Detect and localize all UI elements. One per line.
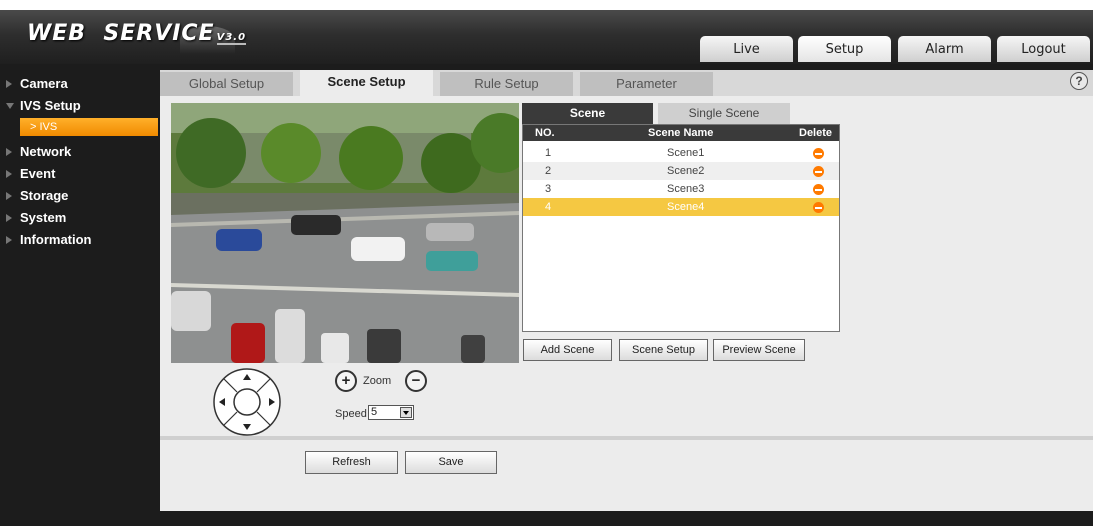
collapsed-arrow-icon bbox=[6, 192, 12, 200]
tab-global-setup[interactable]: Global Setup bbox=[160, 72, 293, 96]
tab-scene-setup[interactable]: Scene Setup bbox=[300, 70, 433, 96]
delete-icon[interactable] bbox=[813, 166, 824, 177]
table-header: NO. Scene Name Delete bbox=[523, 125, 839, 141]
collapsed-arrow-icon bbox=[6, 80, 12, 88]
table-row[interactable]: 1 Scene1 bbox=[523, 144, 839, 162]
delete-icon[interactable] bbox=[813, 148, 824, 159]
collapsed-arrow-icon bbox=[6, 214, 12, 222]
nav-tab-live[interactable]: Live bbox=[700, 36, 793, 62]
chevron-down-icon bbox=[400, 407, 412, 418]
ptz-control[interactable] bbox=[212, 367, 282, 437]
sidebar-item-label: Storage bbox=[20, 188, 69, 203]
expanded-arrow-icon bbox=[6, 103, 14, 109]
ptz-pad-icon bbox=[213, 368, 281, 436]
delete-icon[interactable] bbox=[813, 184, 824, 195]
col-delete: Delete bbox=[799, 127, 833, 139]
row-scene-name: Scene3 bbox=[667, 183, 705, 195]
sidebar-item-event[interactable]: Event bbox=[6, 166, 56, 181]
sidebar-item-label: IVS Setup bbox=[20, 98, 81, 113]
app-logo: WEB SERVICE V3.0 bbox=[27, 21, 247, 46]
save-button[interactable]: Save bbox=[405, 451, 497, 474]
logo-text: WEB SERVICE bbox=[27, 21, 215, 46]
row-no: 3 bbox=[545, 183, 552, 195]
sidebar-item-label: Information bbox=[20, 232, 92, 247]
video-preview[interactable] bbox=[171, 103, 519, 363]
tab-rule-setup[interactable]: Rule Setup bbox=[440, 72, 573, 96]
preview-scene-button[interactable]: Preview Scene bbox=[713, 339, 805, 361]
collapsed-arrow-icon bbox=[6, 236, 12, 244]
sidebar-item-information[interactable]: Information bbox=[6, 232, 92, 247]
top-strip bbox=[0, 0, 1093, 10]
nav-tab-logout[interactable]: Logout bbox=[997, 36, 1090, 62]
sidebar-item-label: System bbox=[20, 210, 67, 225]
row-no: 1 bbox=[545, 147, 552, 159]
row-no: 4 bbox=[545, 201, 552, 213]
zoom-out-button[interactable]: − bbox=[405, 370, 427, 392]
tab-scene[interactable]: Scene bbox=[522, 103, 653, 124]
chevron-right-icon: > bbox=[30, 121, 37, 133]
col-scene-name: Scene Name bbox=[648, 127, 714, 139]
row-scene-name: Scene1 bbox=[667, 147, 705, 159]
sidebar-item-label: Camera bbox=[20, 76, 68, 91]
speed-label: Speed bbox=[335, 408, 367, 420]
scene-table: NO. Scene Name Delete 1 Scene1 2 Scene2 … bbox=[522, 124, 840, 332]
speed-value: 5 bbox=[371, 406, 378, 418]
sidebar-subitem-ivs[interactable]: > IVS bbox=[20, 118, 158, 136]
nav-tab-alarm[interactable]: Alarm bbox=[898, 36, 991, 62]
col-no: NO. bbox=[535, 127, 555, 139]
help-icon[interactable]: ? bbox=[1070, 72, 1088, 90]
row-scene-name: Scene2 bbox=[667, 165, 705, 177]
sidebar-item-label: Network bbox=[20, 144, 72, 159]
logo-version: V3.0 bbox=[216, 32, 247, 45]
tab-parameter[interactable]: Parameter bbox=[580, 72, 713, 96]
scene-setup-button[interactable]: Scene Setup bbox=[619, 339, 708, 361]
footer-area bbox=[160, 440, 1093, 511]
sidebar-item-system[interactable]: System bbox=[6, 210, 67, 225]
collapsed-arrow-icon bbox=[6, 170, 12, 178]
sidebar-subitem-label: IVS bbox=[39, 121, 58, 133]
sidebar-item-network[interactable]: Network bbox=[6, 144, 72, 159]
table-row[interactable]: 2 Scene2 bbox=[523, 162, 839, 180]
delete-icon[interactable] bbox=[813, 202, 824, 213]
row-no: 2 bbox=[545, 165, 552, 177]
table-row-selected[interactable]: 4 Scene4 bbox=[523, 198, 839, 216]
sidebar-item-camera[interactable]: Camera bbox=[6, 76, 68, 91]
camera-scene-image bbox=[171, 103, 519, 363]
tab-single-scene[interactable]: Single Scene bbox=[658, 103, 790, 124]
refresh-button[interactable]: Refresh bbox=[305, 451, 398, 474]
table-row[interactable]: 3 Scene3 bbox=[523, 180, 839, 198]
speed-select[interactable]: 5 bbox=[368, 405, 414, 420]
nav-tab-setup[interactable]: Setup bbox=[798, 36, 891, 62]
bottom-bar bbox=[160, 511, 1093, 526]
zoom-in-button[interactable]: + bbox=[335, 370, 357, 392]
collapsed-arrow-icon bbox=[6, 148, 12, 156]
sidebar-item-label: Event bbox=[20, 166, 56, 181]
sidebar-item-ivs-setup[interactable]: IVS Setup bbox=[6, 98, 81, 113]
zoom-label: Zoom bbox=[363, 375, 392, 387]
add-scene-button[interactable]: Add Scene bbox=[523, 339, 612, 361]
sidebar-item-storage[interactable]: Storage bbox=[6, 188, 69, 203]
row-scene-name: Scene4 bbox=[667, 201, 705, 213]
